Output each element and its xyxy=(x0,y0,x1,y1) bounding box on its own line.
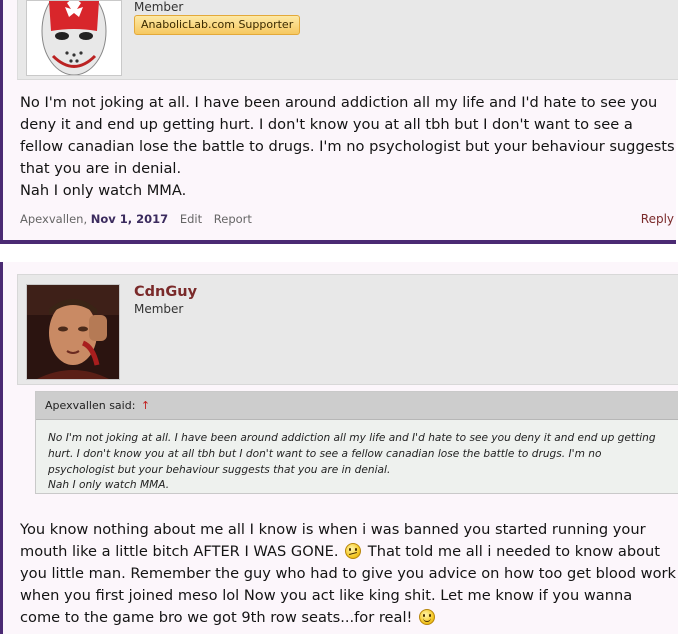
quote-text: No I'm not joking at all. I have been ar… xyxy=(36,420,678,494)
confused-smiley-icon xyxy=(345,543,362,559)
message-paragraph: Nah I only watch MMA. xyxy=(20,182,187,199)
avatar-cdnguy[interactable] xyxy=(26,284,120,380)
avatar-hockey-mask[interactable] xyxy=(26,0,122,76)
post-meta: Apexvallen, Nov 1, 2017 Edit Report xyxy=(20,212,252,226)
quote-paragraph: Nah I only watch MMA. xyxy=(48,479,170,492)
quote-paragraph: No I'm not joking at all. I have been ar… xyxy=(48,432,656,476)
reply-link[interactable]: Reply xyxy=(641,212,674,226)
smile-smiley-icon xyxy=(419,609,436,625)
username-link[interactable]: CdnGuy xyxy=(134,284,197,300)
user-role: Member xyxy=(134,302,184,316)
jump-to-quote-arrow-icon[interactable]: ↑ xyxy=(141,399,150,412)
hockey-mask-avatar-icon xyxy=(27,1,121,75)
message-paragraph: You know nothing about me all I know is … xyxy=(20,519,676,629)
report-link[interactable]: Report xyxy=(214,212,252,226)
quote-attribution: Apexvallen said: ↑ xyxy=(36,392,678,420)
post-date-link[interactable]: Nov 1, 2017 xyxy=(91,212,168,226)
post-user-header: Member AnabolicLab.com Supporter xyxy=(17,0,678,80)
post-message-body: No I'm not joking at all. I have been ar… xyxy=(20,92,676,202)
message-paragraph: No I'm not joking at all. I have been ar… xyxy=(20,94,675,177)
user-photo-avatar-icon xyxy=(27,285,119,379)
post-user-header: CdnGuy Member xyxy=(17,274,678,385)
author-link[interactable]: Apexvallen xyxy=(20,212,83,226)
user-role: Member xyxy=(134,0,184,14)
post-apexvallen: Member AnabolicLab.com Supporter No I'm … xyxy=(0,0,678,244)
quote-block: Apexvallen said: ↑ No I'm not joking at … xyxy=(35,391,678,494)
quote-author: Apexvallen said: xyxy=(45,399,136,412)
edit-link[interactable]: Edit xyxy=(180,212,202,226)
post-message-body: You know nothing about me all I know is … xyxy=(20,519,676,629)
post-cdnguy: CdnGuy Member Apexvallen said: ↑ No I'm … xyxy=(0,262,678,634)
supporter-badge: AnabolicLab.com Supporter xyxy=(134,15,301,35)
